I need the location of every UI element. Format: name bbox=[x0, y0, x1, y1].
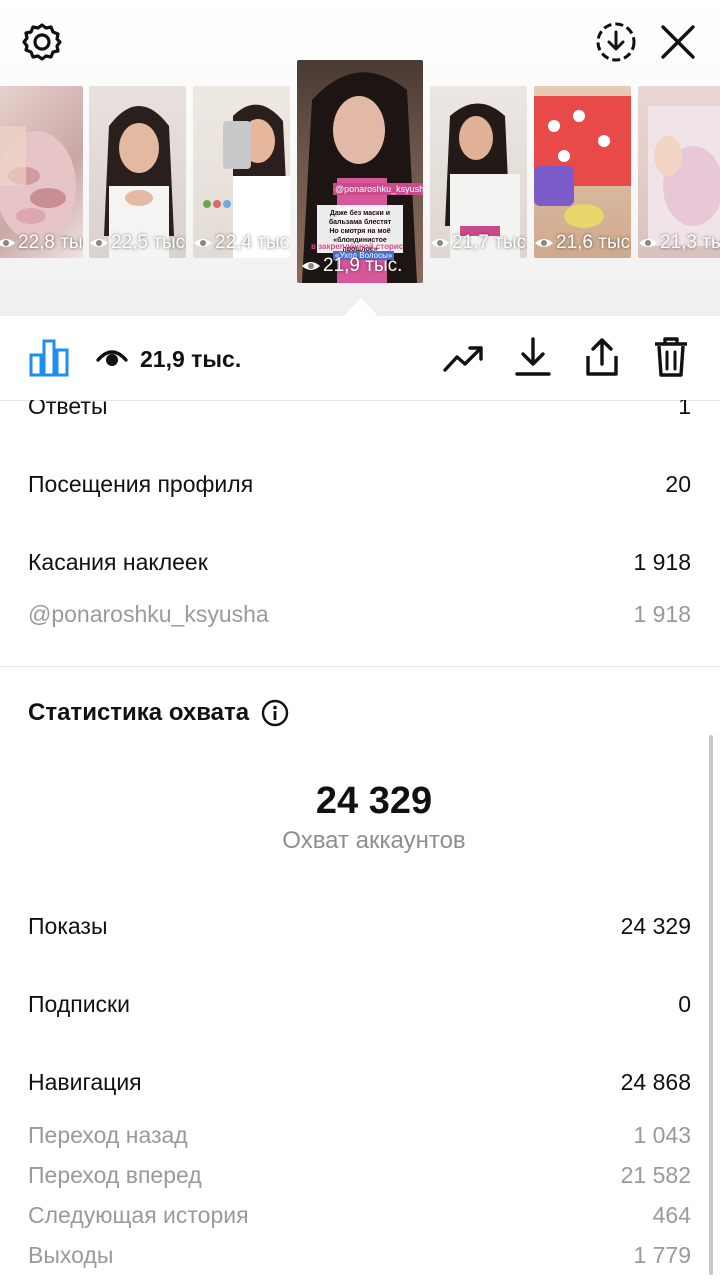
stat-value: 24 868 bbox=[620, 1069, 691, 1095]
story-thumbnail[interactable]: 22,4 тыс. bbox=[193, 86, 290, 258]
boost-trend-icon[interactable] bbox=[442, 340, 484, 381]
eye-icon bbox=[639, 239, 657, 247]
share-icon[interactable] bbox=[582, 336, 622, 383]
reach-section-title: Статистика охвата bbox=[28, 699, 289, 727]
view-count: 21,6 тыс. bbox=[534, 232, 631, 254]
stat-value: 1 918 bbox=[633, 601, 691, 627]
stat-row-sticker-taps: Касания наклеек 1 918 bbox=[28, 549, 691, 576]
story-toolbar: 21,9 тыс. bbox=[0, 316, 720, 401]
stat-label: Показы bbox=[28, 913, 108, 939]
stat-label: Подписки bbox=[28, 991, 130, 1017]
stat-subrow-next-story: Следующая история 464 bbox=[28, 1202, 691, 1229]
reach-number-label: Охват аккаунтов bbox=[282, 827, 466, 854]
stat-row-replies: Ответы 1 bbox=[28, 400, 691, 420]
scrollbar[interactable] bbox=[709, 735, 713, 1275]
stat-value: 1 779 bbox=[633, 1242, 691, 1268]
story-thumbnail[interactable]: 21,6 тыс. bbox=[534, 86, 631, 258]
views-count: 21,9 тыс. bbox=[140, 346, 242, 372]
eye-icon bbox=[194, 239, 212, 247]
section-title-text: Статистика охвата bbox=[28, 699, 250, 726]
stat-row-navigation: Навигация 24 868 bbox=[28, 1069, 691, 1096]
stat-value: 1 043 bbox=[633, 1122, 691, 1148]
story-thumbnail-selected[interactable]: @ponaroshku_ksyusha Даже без маски и бал… bbox=[297, 60, 423, 283]
story-text-overlay: в закреплённой сторис bbox=[311, 242, 404, 251]
story-thumbnail-strip[interactable]: 22,8 тыс. 22,5 тыс. bbox=[0, 60, 720, 286]
view-count: 22,8 тыс. bbox=[0, 232, 83, 254]
download-icon[interactable] bbox=[514, 336, 552, 383]
stat-value: 1 bbox=[678, 400, 691, 419]
eye-icon bbox=[96, 348, 128, 373]
stat-row-profile-visits: Посещения профиля 20 bbox=[28, 471, 691, 498]
stat-value: 20 bbox=[665, 471, 691, 497]
stat-subrow-mention: @ponaroshku_ksyusha 1 918 bbox=[28, 601, 691, 628]
stat-label: Переход назад bbox=[28, 1122, 188, 1148]
eye-icon bbox=[535, 239, 553, 247]
stat-label: Ответы bbox=[28, 400, 108, 419]
settings-gear-icon[interactable] bbox=[22, 22, 62, 62]
insights-bar-chart-icon[interactable] bbox=[28, 338, 70, 383]
reach-number: 24 329 bbox=[315, 780, 433, 822]
section-divider bbox=[0, 666, 720, 667]
eye-icon bbox=[302, 262, 320, 270]
delete-trash-icon[interactable] bbox=[652, 336, 690, 383]
story-thumbnail[interactable]: 22,8 тыс. bbox=[0, 86, 83, 258]
eye-icon bbox=[0, 239, 15, 247]
stat-subrow-back: Переход назад 1 043 bbox=[28, 1122, 691, 1149]
stat-value: 21 582 bbox=[620, 1162, 691, 1188]
stat-subrow-forward: Переход вперед 21 582 bbox=[28, 1162, 691, 1189]
view-count: 21,9 тыс. bbox=[301, 255, 423, 277]
story-thumbnail[interactable]: 21,7 тыс. bbox=[430, 86, 527, 258]
close-icon[interactable] bbox=[660, 24, 696, 60]
eye-icon bbox=[431, 239, 449, 247]
stat-value: 0 bbox=[678, 991, 691, 1017]
sticker-mention[interactable]: @ponaroshku_ksyusha bbox=[333, 183, 423, 195]
eye-icon bbox=[90, 239, 108, 247]
story-thumbnail[interactable]: 22,5 тыс. bbox=[89, 86, 186, 258]
stat-label: Следующая история bbox=[28, 1202, 249, 1228]
story-thumbnail-area: 22,8 тыс. 22,5 тыс. bbox=[0, 0, 720, 316]
view-count: 22,5 тыс. bbox=[89, 232, 186, 254]
stat-label: @ponaroshku_ksyusha bbox=[28, 601, 269, 627]
stat-value: 1 918 bbox=[633, 549, 691, 575]
stat-label: Касания наклеек bbox=[28, 549, 208, 575]
story-thumbnail[interactable]: 21,3 тыс. bbox=[638, 86, 720, 258]
view-count: 21,3 тыс. bbox=[638, 232, 720, 254]
insights-content[interactable]: Ответы 1 Посещения профиля 20 Касания на… bbox=[0, 400, 720, 1280]
stat-label: Навигация bbox=[28, 1069, 142, 1095]
info-icon[interactable] bbox=[261, 699, 289, 727]
view-count: 22,4 тыс. bbox=[193, 232, 290, 254]
stat-label: Переход вперед bbox=[28, 1162, 202, 1188]
stat-row-follows: Подписки 0 bbox=[28, 991, 691, 1018]
save-download-icon[interactable] bbox=[594, 20, 638, 64]
stat-row-impressions: Показы 24 329 bbox=[28, 913, 691, 940]
stat-label: Выходы bbox=[28, 1242, 114, 1268]
selected-story-pointer bbox=[344, 298, 378, 316]
view-count: 21,7 тыс. bbox=[430, 232, 527, 254]
stat-value: 464 bbox=[652, 1202, 691, 1228]
stat-subrow-exits: Выходы 1 779 bbox=[28, 1242, 691, 1269]
stat-label: Посещения профиля bbox=[28, 471, 254, 497]
stat-value: 24 329 bbox=[620, 913, 691, 939]
